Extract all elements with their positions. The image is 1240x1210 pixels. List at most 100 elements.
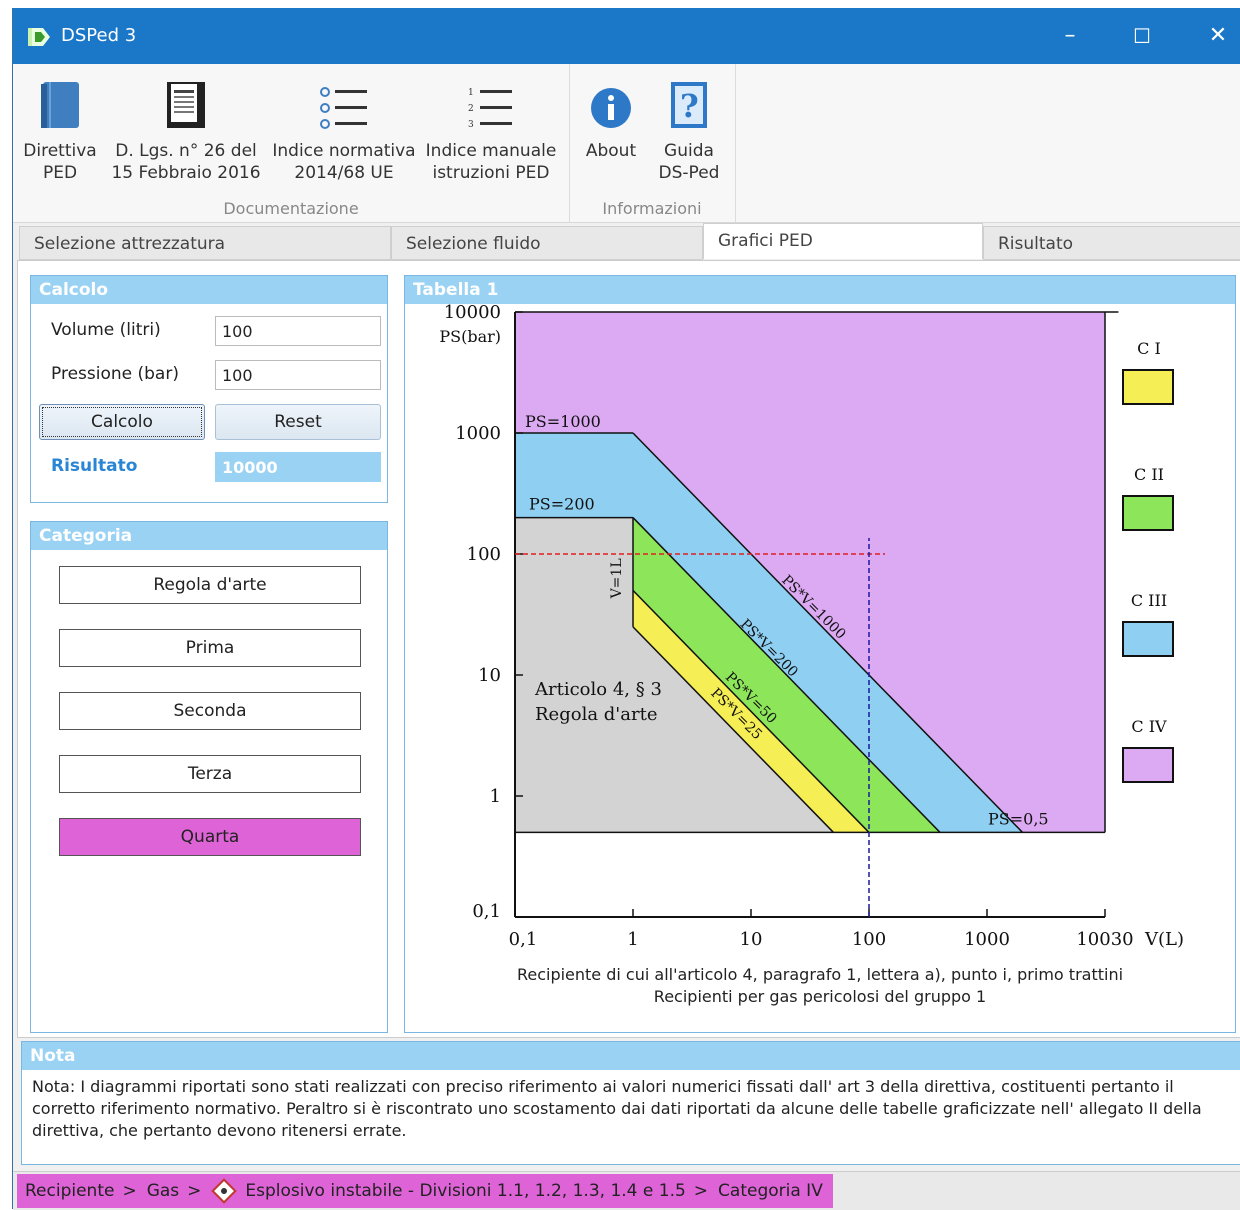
chart-caption-line-1: Recipiente di cui all'articolo 4, paragr… xyxy=(516,965,1124,984)
app-window: DSPed 3 – ☐ ✕ Direttiva PED D. Lgs. n° 2… xyxy=(12,8,1240,1210)
ped-chart: 0,1 0,1 1 1 10 10 100 100 1000 1000 10030 10000 V(L)… xyxy=(439,304,1184,950)
explosive-hazard-icon xyxy=(211,1178,238,1204)
app-logo-icon xyxy=(28,28,50,46)
risultato-label: Risultato xyxy=(51,456,138,476)
breadcrumb-item-esplosivo[interactable]: Esplosivo instabile - Divisioni 1.1, 1.2… xyxy=(245,1181,685,1201)
tabella-panel: Tabella 1 0,1 0,1 1 1 10 10 100 100 1000 1000 1003… xyxy=(404,275,1236,1033)
indice-normativa-label-1: Indice normativa xyxy=(272,141,416,161)
info-icon xyxy=(591,88,631,128)
reset-button[interactable]: Reset xyxy=(215,404,381,440)
documentazione-group-label: Documentazione xyxy=(223,199,359,218)
categoria-terza-button[interactable]: Terza xyxy=(59,755,361,793)
tab-selezione-attrezzatura[interactable]: Selezione attrezzatura xyxy=(19,226,391,260)
y-tick-label: 100 xyxy=(467,544,501,565)
categoria-panel: Categoria Regola d'arte Prima Seconda Te… xyxy=(30,521,388,1033)
breadcrumb-separator: > xyxy=(693,1181,709,1201)
legend-swatch xyxy=(1122,369,1174,405)
categoria-title: Categoria xyxy=(31,522,387,550)
y-tick-label: 10000 xyxy=(444,304,501,323)
chart-caption: Recipiente di cui all'articolo 4, paragr… xyxy=(405,964,1235,1008)
dlgs-26-label-2: 15 Febbraio 2016 xyxy=(111,163,261,183)
label-v-1: V=1L xyxy=(609,558,625,599)
breadcrumb-item-categoria[interactable]: Categoria IV xyxy=(718,1181,823,1201)
legend-label: C IV xyxy=(1131,717,1167,736)
volume-label: Volume (litri) xyxy=(51,320,161,340)
breadcrumb-separator: > xyxy=(187,1181,202,1201)
svg-text:1: 1 xyxy=(468,88,474,98)
categoria-quarta-button[interactable]: Quarta xyxy=(59,818,361,856)
label-ps-0-5: PS=0,5 xyxy=(988,809,1049,828)
pressione-input[interactable]: 100 xyxy=(215,360,381,390)
annotation-regola-arte: Regola d'arte xyxy=(535,704,657,725)
ribbon-group-informazioni: About ? Guida DS-Ped Informazioni xyxy=(569,64,736,222)
tab-selezione-fluido[interactable]: Selezione fluido xyxy=(391,226,703,260)
numbered-list-icon: 1 2 3 xyxy=(468,88,512,130)
legend-label: C III xyxy=(1131,591,1167,610)
tab-risultato[interactable]: Risultato xyxy=(983,226,1240,260)
legend-label: C I xyxy=(1137,339,1161,358)
y-tick-label: 10 xyxy=(478,665,501,686)
book-blue-icon xyxy=(41,82,79,128)
indice-normativa-button[interactable]: Indice normativa 2014/68 UE xyxy=(269,74,419,184)
ribbon: Direttiva PED D. Lgs. n° 26 del 15 Febbr… xyxy=(13,64,1240,223)
direttiva-ped-label-2: PED xyxy=(42,163,78,183)
document-book-icon xyxy=(167,82,205,128)
label-ps-200: PS=200 xyxy=(529,495,595,514)
volume-input[interactable]: 100 xyxy=(215,316,381,346)
indice-manuale-button[interactable]: 1 2 3 Indice manuale istruzioni PED xyxy=(423,74,559,184)
breadcrumb: Recipiente > Gas > Esplosivo instabile -… xyxy=(17,1174,833,1208)
help-book-icon: ? xyxy=(671,82,707,128)
categoria-regola-arte-button[interactable]: Regola d'arte xyxy=(59,566,361,604)
window-title: DSPed 3 xyxy=(61,25,137,46)
annotation-articolo: Articolo 4, § 3 xyxy=(534,679,662,700)
close-button[interactable]: ✕ xyxy=(1183,8,1240,64)
tab-content: Calcolo Volume (litri) 100 Pressione (ba… xyxy=(17,260,1240,1038)
minimize-button[interactable]: – xyxy=(1035,8,1105,64)
y-tick-label: 0,1 xyxy=(472,901,501,922)
dlgs-26-button[interactable]: D. Lgs. n° 26 del 15 Febbraio 2016 xyxy=(109,74,263,184)
calcolo-title: Calcolo xyxy=(31,276,387,304)
breadcrumb-item-recipiente[interactable]: Recipiente xyxy=(25,1181,114,1201)
x-tick-label: 0,1 xyxy=(509,929,538,950)
dlgs-26-label-1: D. Lgs. n° 26 del xyxy=(115,141,257,161)
label-ps-1000: PS=1000 xyxy=(525,412,601,431)
direttiva-ped-button[interactable]: Direttiva PED xyxy=(21,74,99,184)
indice-normativa-label-2: 2014/68 UE xyxy=(294,163,394,183)
x-tick-label: 100 xyxy=(852,929,886,950)
about-label: About xyxy=(585,141,637,161)
breadcrumb-separator: > xyxy=(122,1181,137,1201)
pressione-label: Pressione (bar) xyxy=(51,364,179,384)
chart-caption-line-2: Recipienti per gas pericolosi del gruppo… xyxy=(653,987,987,1006)
direttiva-ped-label-1: Direttiva xyxy=(23,141,97,161)
legend-swatch xyxy=(1122,747,1174,783)
y-axis-label: PS(bar) xyxy=(439,327,501,346)
guida-dsped-button[interactable]: ? Guida DS-Ped xyxy=(651,74,727,184)
maximize-button[interactable]: ☐ xyxy=(1107,8,1177,64)
ribbon-group-documentazione: Direttiva PED D. Lgs. n° 26 del 15 Febbr… xyxy=(13,64,570,222)
tab-grafici-ped[interactable]: Grafici PED xyxy=(703,223,983,259)
indice-manuale-label-1: Indice manuale xyxy=(425,141,557,161)
risultato-value: 10000 xyxy=(215,452,381,482)
legend-swatch xyxy=(1122,495,1174,531)
bullet-list-icon xyxy=(320,87,367,129)
guida-label-1: Guida xyxy=(664,141,714,161)
nota-panel: Nota Nota: I diagrammi riportati sono st… xyxy=(21,1041,1240,1165)
informazioni-group-label: Informazioni xyxy=(602,199,702,218)
calcolo-button[interactable]: Calcolo xyxy=(39,404,205,440)
svg-text:3: 3 xyxy=(468,120,474,130)
y-tick-label: 1000 xyxy=(455,423,501,444)
categoria-prima-button[interactable]: Prima xyxy=(59,629,361,667)
x-axis-label: V(L) xyxy=(1144,929,1184,950)
y-tick-label: 1 xyxy=(490,786,501,807)
x-tick-label: 10030 xyxy=(1076,929,1133,950)
x-tick-label: 1 xyxy=(627,929,638,950)
tab-bar: Selezione attrezzatura Selezione fluido … xyxy=(19,223,1240,260)
x-tick-label: 10 xyxy=(740,929,763,950)
x-tick-label: 1000 xyxy=(964,929,1010,950)
status-bar: Recipiente > Gas > Esplosivo instabile -… xyxy=(13,1171,1240,1210)
calcolo-panel: Calcolo Volume (litri) 100 Pressione (ba… xyxy=(30,275,388,503)
title-bar: DSPed 3 – ☐ ✕ xyxy=(13,8,1240,64)
about-button[interactable]: About xyxy=(579,74,643,162)
categoria-seconda-button[interactable]: Seconda xyxy=(59,692,361,730)
breadcrumb-item-gas[interactable]: Gas xyxy=(147,1181,179,1201)
